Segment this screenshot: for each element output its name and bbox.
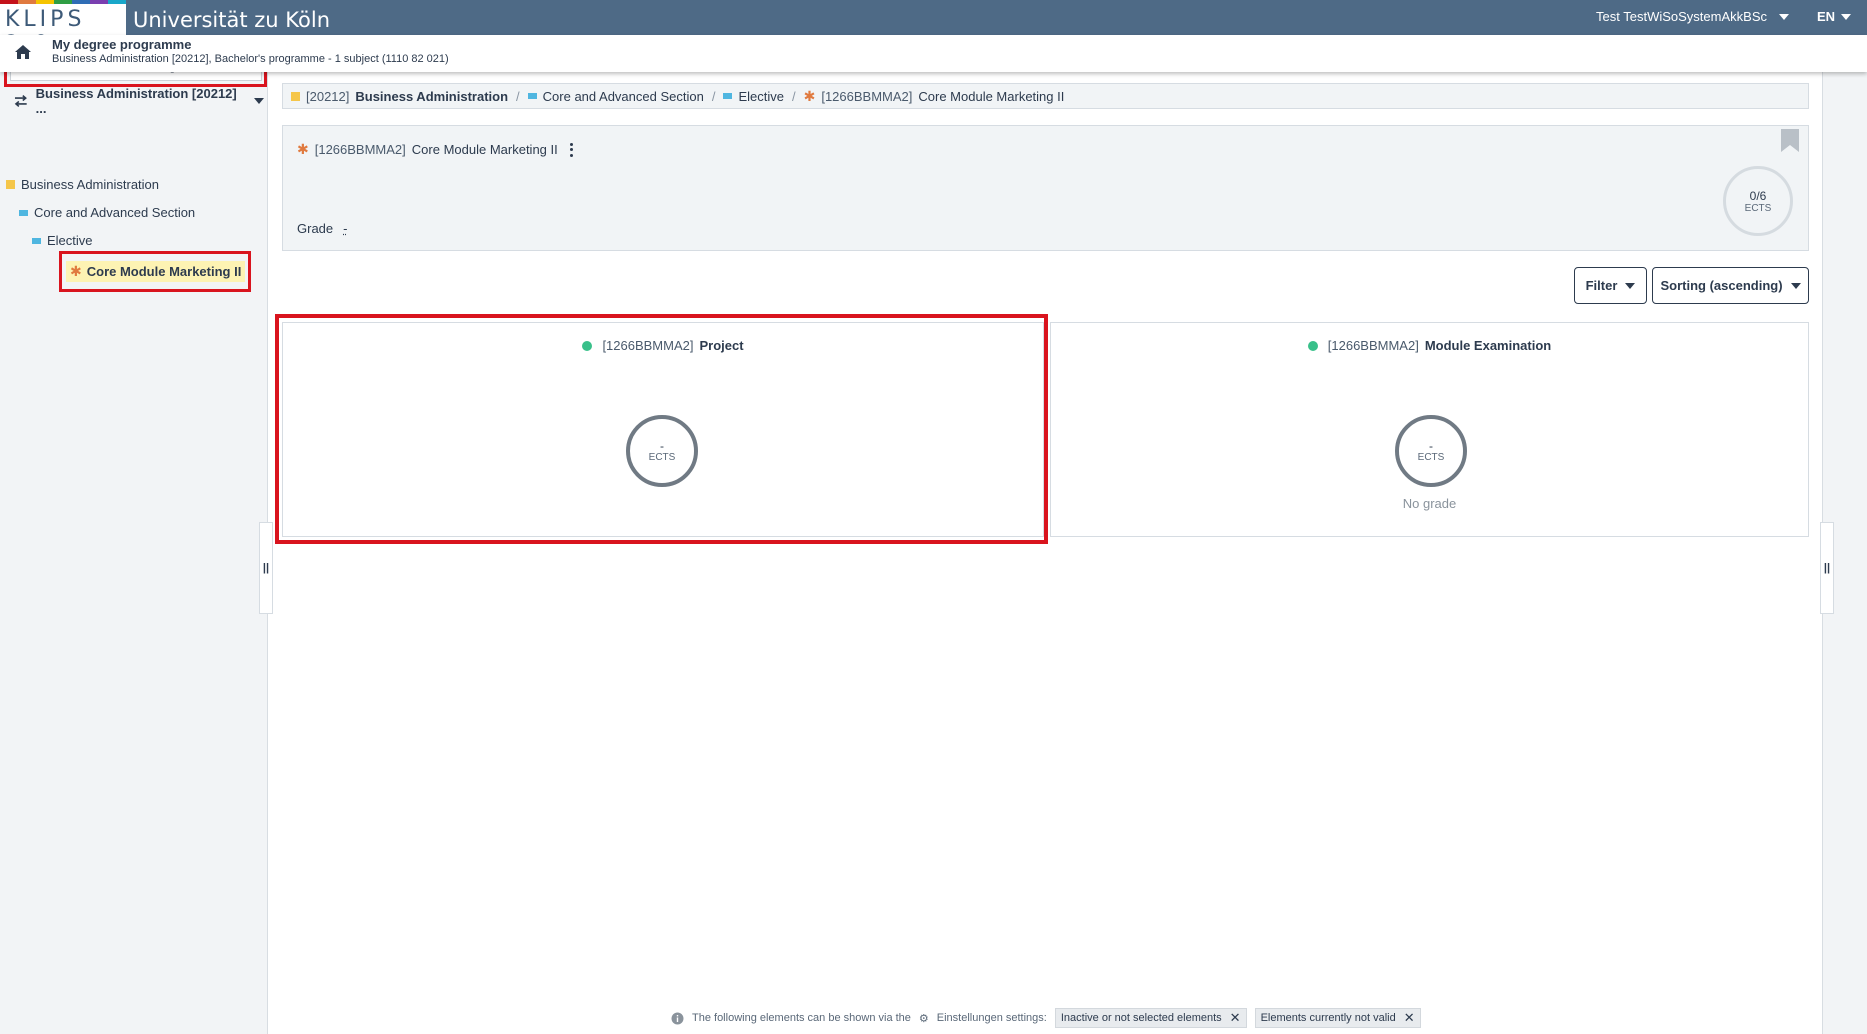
breadcrumb-code: [20212] xyxy=(306,88,350,104)
more-options-icon[interactable] xyxy=(569,142,574,157)
breadcrumb-separator: / xyxy=(791,88,796,104)
hidden-filter-chip[interactable]: Elements currently not valid ✕ xyxy=(1254,1008,1421,1028)
ects-ring: - ECTS xyxy=(1395,415,1467,487)
tree-item-label: Core Module Marketing II xyxy=(86,264,242,279)
sorting-button[interactable]: Sorting (ascending) xyxy=(1652,267,1809,304)
section-square-icon xyxy=(19,209,28,216)
programme-label: Business Administration [20212] ... xyxy=(35,86,237,116)
chevron-down-icon xyxy=(254,98,264,104)
chevron-down-icon xyxy=(1779,13,1789,20)
module-asterisk-icon: ✱ xyxy=(297,141,309,157)
switch-arrows-icon xyxy=(14,95,27,107)
chip-label: Elements currently not valid xyxy=(1260,1012,1396,1024)
tree-item-label: Core and Advanced Section xyxy=(34,205,196,220)
language-label: EN xyxy=(1816,9,1835,24)
module-name: Core Module Marketing II xyxy=(411,142,558,157)
close-icon[interactable]: ✕ xyxy=(1230,1010,1241,1026)
breadcrumb-separator: / xyxy=(711,88,716,104)
ects-unit: ECTS xyxy=(1744,202,1772,214)
footer-text-after: Einstellungen settings: xyxy=(936,1012,1047,1024)
ects-value: 0/6 xyxy=(1749,188,1767,203)
module-asterisk-icon: ✱ xyxy=(70,263,82,279)
breadcrumb-separator: / xyxy=(516,88,520,104)
home-icon[interactable] xyxy=(14,44,32,60)
breadcrumb-item-current: Core Module Marketing II xyxy=(918,88,1065,104)
hidden-filter-chip[interactable]: Inactive or not selected elements ✕ xyxy=(1054,1008,1247,1028)
programme-selector[interactable]: Business Administration [20212] ... xyxy=(14,86,264,116)
module-detail-panel: ✱ [1266BBMMA2] Core Module Marketing II … xyxy=(282,125,1809,251)
right-panel-collapse-handle[interactable]: || xyxy=(1820,522,1834,614)
grip-icon: || xyxy=(1823,562,1831,574)
language-menu[interactable]: EN xyxy=(1817,9,1851,24)
user-name: Test TestWiSoSystemAkkBSc xyxy=(1596,9,1767,24)
module-asterisk-icon: ✱ xyxy=(803,87,816,104)
breadcrumb-item[interactable]: Core and Advanced Section xyxy=(543,89,704,104)
page-title: My degree programme xyxy=(52,37,192,52)
module-code: [1266BBMMA2] xyxy=(314,142,406,157)
module-title: ✱ [1266BBMMA2] Core Module Marketing II xyxy=(297,141,574,158)
ects-progress-ring: 0/6 ECTS xyxy=(1723,166,1793,236)
close-icon[interactable]: ✕ xyxy=(1404,1010,1415,1026)
ects-unit: ECTS xyxy=(1417,451,1445,463)
grade-value: - xyxy=(343,221,348,236)
sorting-label: Sorting (ascending) xyxy=(1660,278,1783,293)
breadcrumb: [20212] Business Administration / Core a… xyxy=(282,83,1809,109)
folder-square-icon xyxy=(6,180,15,189)
chevron-down-icon xyxy=(1790,282,1801,289)
grip-icon: || xyxy=(262,562,270,574)
no-grade-text: No grade xyxy=(1402,496,1457,511)
chevron-down-icon xyxy=(1841,13,1851,20)
tree-item-label: Elective xyxy=(47,233,93,248)
card-code: [1266BBMMA2] xyxy=(1327,338,1419,353)
klips-logo[interactable]: KLIPS 2.0 xyxy=(0,0,126,57)
breadcrumb-code: [1266BBMMA2] xyxy=(821,88,913,104)
user-menu[interactable]: Test TestWiSoSystemAkkBSc xyxy=(1596,9,1789,24)
grade-row: Grade - xyxy=(297,221,347,236)
section-square-icon xyxy=(527,93,537,99)
element-card-module-examination[interactable]: [1266BBMMA2] Module Examination - ECTS N… xyxy=(1050,322,1809,537)
logo-color-stripes xyxy=(0,0,126,4)
ects-value: - xyxy=(1429,438,1433,453)
gear-icon[interactable]: ⚙ xyxy=(919,1012,929,1025)
grade-label: Grade xyxy=(297,221,334,236)
info-icon xyxy=(671,1012,684,1024)
footer-text-before: The following elements can be shown via … xyxy=(692,1012,911,1024)
tree-item-elective[interactable]: Elective xyxy=(32,233,93,248)
chevron-down-icon xyxy=(1625,282,1636,289)
breadcrumb-item[interactable]: Elective xyxy=(738,89,784,104)
filter-label: Filter xyxy=(1585,278,1618,293)
card-highlight xyxy=(275,314,1048,544)
section-square-icon xyxy=(32,237,41,244)
tree-item-business-administration[interactable]: Business Administration xyxy=(6,177,159,192)
status-dot-icon xyxy=(1307,340,1318,351)
programme-description: Business Administration [20212], Bachelo… xyxy=(52,53,449,65)
sidebar-collapse-handle[interactable]: || xyxy=(259,522,273,614)
filter-button[interactable]: Filter xyxy=(1574,267,1647,304)
footer-settings-hint: The following elements can be shown via … xyxy=(671,1008,1421,1028)
folder-square-icon xyxy=(291,91,300,101)
sub-header: My degree programme Business Administrat… xyxy=(0,35,1867,72)
card-name: Module Examination xyxy=(1424,338,1552,353)
university-name: Universität zu Köln xyxy=(133,8,331,32)
breadcrumb-item[interactable]: Business Administration xyxy=(355,89,508,104)
chip-label: Inactive or not selected elements xyxy=(1060,1012,1222,1024)
bookmark-icon[interactable] xyxy=(1780,129,1800,153)
tree-item-label: Business Administration xyxy=(21,177,160,192)
card-title: [1266BBMMA2] Module Examination xyxy=(1051,338,1808,353)
top-bar: KLIPS 2.0 Universität zu Köln Test TestW… xyxy=(0,0,1867,57)
tree-item-core-advanced[interactable]: Core and Advanced Section xyxy=(19,205,195,220)
section-square-icon xyxy=(723,93,733,99)
tree-item-core-module-marketing[interactable]: ✱ Core Module Marketing II xyxy=(66,261,246,282)
